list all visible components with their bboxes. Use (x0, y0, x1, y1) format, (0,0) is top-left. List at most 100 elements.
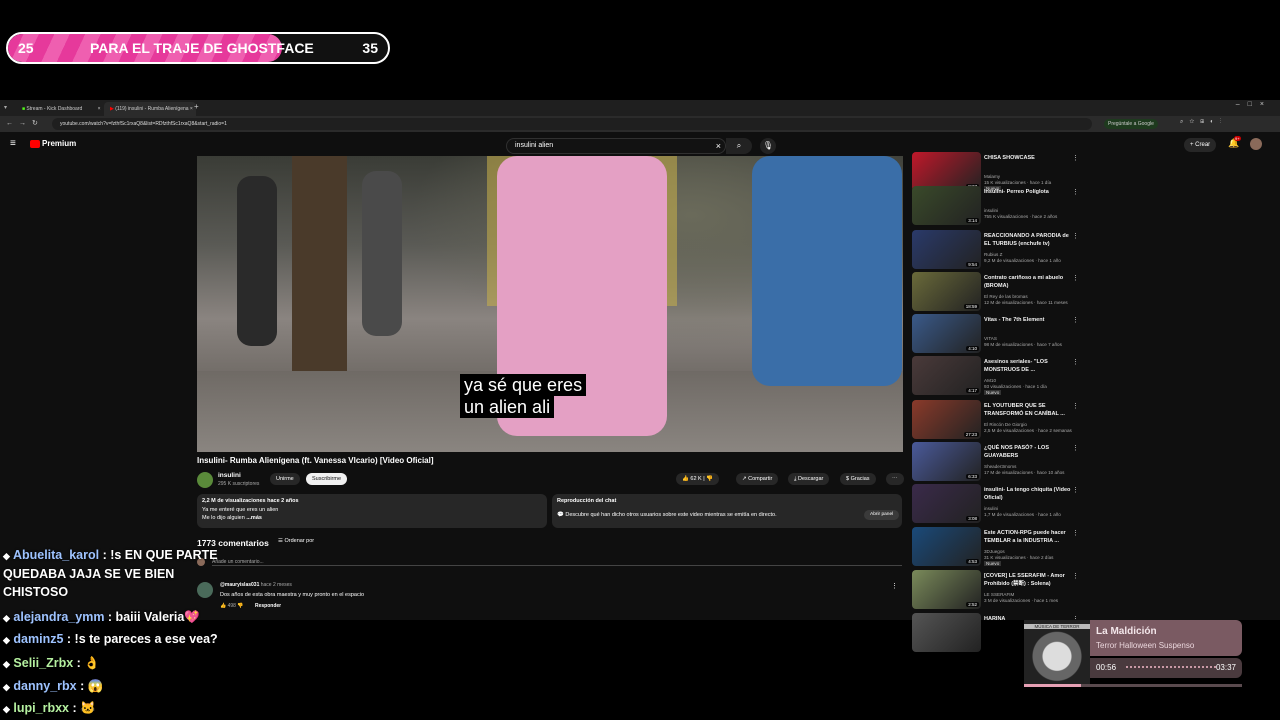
chat-username[interactable]: Abuelita_karol (13, 548, 99, 562)
recommendation-channel[interactable]: El Rey de las bromas (984, 294, 1028, 299)
recommendation-item[interactable]: 4:17 Asesinos seriales- "LOS MONSTRUOS DE… (912, 356, 1272, 396)
more-options-icon[interactable]: ⋮ (1072, 274, 1079, 282)
tab-kick-dashboard[interactable]: ■ Stream - Kick Dashboard × (16, 102, 104, 116)
recommendation-title[interactable]: REACCIONANDO A PARODIA de EL TURBIUS (en… (984, 232, 1076, 248)
recommendation-title[interactable]: CHISA SHOWCASE (984, 154, 1076, 162)
more-options-icon[interactable]: ⋮ (1072, 358, 1079, 366)
youtube-logo-icon[interactable] (30, 140, 40, 148)
recommendation-title[interactable]: Este ACTION-RPG puede hacer TEMBLAR a la… (984, 529, 1076, 545)
thumbnail[interactable]: 6:33 (912, 442, 981, 481)
recommendation-channel[interactable]: Rubius Z (984, 252, 1002, 257)
recommendation-channel[interactable]: Sheader3moms (984, 464, 1016, 469)
like-button[interactable]: 👍 62 K | 👎 (676, 473, 720, 485)
open-panel-button[interactable]: Abrir panel (864, 510, 900, 520)
thumbnail[interactable]: 2:52 (912, 570, 981, 609)
recommendation-item[interactable]: 3:14 Insulini- Perreo Políglota insulini 75… (912, 186, 1272, 226)
recommendation-title[interactable]: ¿QUÉ NOS PASÓ? - LOS GUAYABERS (984, 444, 1076, 460)
recommendation-meta: 31 K visualizaciones · hace 2 días (984, 555, 1054, 560)
thumbnail[interactable]: 3:08 (912, 484, 981, 523)
recommendation-title[interactable]: [COVER] LE SSERAFIM - Amor Prohibido (禁断… (984, 572, 1076, 588)
more-options-icon[interactable]: ⋮ (1072, 316, 1079, 324)
thumbnail[interactable]: 4:17 (912, 356, 981, 395)
thumbnail[interactable]: 3:14 (912, 186, 981, 225)
share-button[interactable]: ↗ Compartir (736, 473, 779, 485)
download-button[interactable]: ⤓ Descargar (788, 473, 830, 485)
more-actions-icon[interactable]: ⋯ (886, 473, 904, 485)
recommendation-channel[interactable]: Malamy (984, 174, 1000, 179)
recommendation-item[interactable]: 27:23 EL YOUTUBER QUE SE TRANSFORMÓ EN CA… (912, 400, 1272, 440)
recommendation-title[interactable]: EL YOUTUBER QUE SE TRANSFORMÓ EN CANÍBAL… (984, 402, 1076, 418)
video-player[interactable]: ya sé que eres un alien ali (197, 156, 903, 452)
chat-message: ◆ alejandra_ymm : baiii Valeria💖 (3, 608, 263, 627)
window-controls[interactable]: –□× (1236, 101, 1272, 108)
more-options-icon[interactable]: ⋮ (1072, 188, 1079, 196)
url-field[interactable]: youtube.com/watch?v=fzthfSc1rxaQ8&list=R… (52, 118, 1092, 130)
notification-badge: 9+ (1234, 136, 1241, 141)
thumbnail[interactable]: 4:10 (912, 314, 981, 353)
new-tab-icon[interactable]: + (194, 102, 199, 111)
menu-icon[interactable]: ≡ (10, 138, 16, 149)
chat-username[interactable]: alejandra_ymm (13, 610, 104, 624)
recommendation-channel[interactable]: insulini (984, 506, 998, 511)
more-options-icon[interactable]: ⋮ (1072, 529, 1079, 537)
user-badge-icon: ◆ (3, 635, 10, 645)
comment-menu-icon[interactable]: ⋮ (891, 582, 898, 590)
recommendation-title[interactable]: Insulini- Perreo Políglota (984, 188, 1076, 196)
thumbnail[interactable]: 4:53 (912, 527, 981, 566)
thumbnail[interactable]: 9:54 (912, 230, 981, 269)
chat-username[interactable]: lupi_rbxx (13, 701, 69, 715)
recommendation-item[interactable]: 2:52 [COVER] LE SSERAFIM - Amor Prohibido… (912, 570, 1272, 610)
recommendation-item[interactable]: 6:33 ¿QUÉ NOS PASÓ? - LOS GUAYABERS Sheade… (912, 442, 1272, 482)
browser-toolbar-icons[interactable]: ⌕☆⊞◐⋮ (1180, 119, 1227, 126)
thumbnail[interactable]: 27:23 (912, 400, 981, 439)
recommendation-channel[interactable]: AM10 (984, 378, 996, 383)
clear-search-icon[interactable]: × (716, 139, 721, 153)
recommendation-title[interactable]: Asesinos seriales- "LOS MONSTRUOS DE ... (984, 358, 1076, 374)
more-options-icon[interactable]: ⋮ (1072, 154, 1079, 162)
nav-buttons[interactable]: ←→↻ (6, 119, 44, 127)
description-box[interactable]: 2,2 M de visualizaciones hace 2 años Ya … (197, 494, 547, 528)
more-options-icon[interactable]: ⋮ (1072, 572, 1079, 580)
premium-logo[interactable]: Premium (42, 139, 76, 148)
pedestrian (237, 176, 277, 346)
recommendation-title[interactable]: insulini- La tengo chiquita (Video Ofici… (984, 486, 1076, 502)
recommendation-item[interactable]: 3:08 insulini- La tengo chiquita (Video O… (912, 484, 1272, 524)
tab-list-icon[interactable]: ▾ (4, 104, 7, 111)
tab-youtube[interactable]: ▶ (119) insulini - Rumba Alienígena × (104, 102, 196, 116)
recommendation-item[interactable]: 4:53 Este ACTION-RPG puede hacer TEMBLAR … (912, 527, 1272, 567)
chat-username[interactable]: danny_rbx (13, 679, 76, 693)
recommendation-item[interactable]: 4:10 Vitas - The 7th Element VITAS 98 M de … (912, 314, 1272, 354)
chat-username[interactable]: daminz5 (13, 632, 63, 646)
thumbnail[interactable] (912, 613, 981, 652)
recommendation-title[interactable]: Contrato cariñoso a mi abuelo (BROMA) (984, 274, 1076, 290)
more-options-icon[interactable]: ⋮ (1072, 402, 1079, 410)
ask-google-button[interactable]: Pregúntale a Google (1104, 119, 1158, 129)
avatar[interactable] (1250, 138, 1262, 150)
channel-avatar[interactable] (197, 472, 213, 488)
more-options-icon[interactable]: ⋮ (1072, 486, 1079, 494)
thumbnail[interactable]: 18:59 (912, 272, 981, 311)
recommendation-item[interactable]: 18:59 Contrato cariñoso a mi abuelo (BROM… (912, 272, 1272, 312)
recommendation-channel[interactable]: LE SSERAFIM (984, 592, 1014, 597)
thanks-button[interactable]: $ Gracias (840, 473, 876, 485)
recommendation-channel[interactable]: VITAS (984, 336, 997, 341)
subscribe-button[interactable]: Suscribirme (306, 473, 348, 485)
chat-replay-text: 💬 Descubre qué han dicho otros usuarios … (557, 512, 777, 518)
join-button[interactable]: Unirme (270, 473, 300, 485)
search-input[interactable]: insulini alien × (506, 138, 726, 154)
recommendation-channel[interactable]: 3DJuegos (984, 549, 1005, 554)
recommendation-channel[interactable]: El Rincón De Giorgio (984, 422, 1027, 427)
recommendation-title[interactable]: Vitas - The 7th Element (984, 316, 1076, 324)
voice-search-button[interactable]: 🎙 (760, 138, 776, 154)
channel-name[interactable]: insulini (218, 472, 241, 479)
create-button[interactable]: + Crear (1184, 138, 1217, 152)
more-options-icon[interactable]: ⋮ (1072, 232, 1079, 240)
recommendation-item[interactable]: 9:54 REACCIONANDO A PARODIA de EL TURBIUS… (912, 230, 1272, 270)
sort-button[interactable]: ☰ Ordenar por (278, 538, 314, 544)
recommendation-meta: 17 M de visualizaciones · hace 10 años (984, 470, 1065, 475)
search-button[interactable]: ⌕ (726, 138, 752, 154)
recommendation-channel[interactable]: insulini (984, 208, 998, 213)
chat-username[interactable]: Selii_Zrbx (13, 656, 73, 670)
add-comment-input[interactable]: Añade un comentario... (212, 559, 902, 566)
more-options-icon[interactable]: ⋮ (1072, 444, 1079, 452)
